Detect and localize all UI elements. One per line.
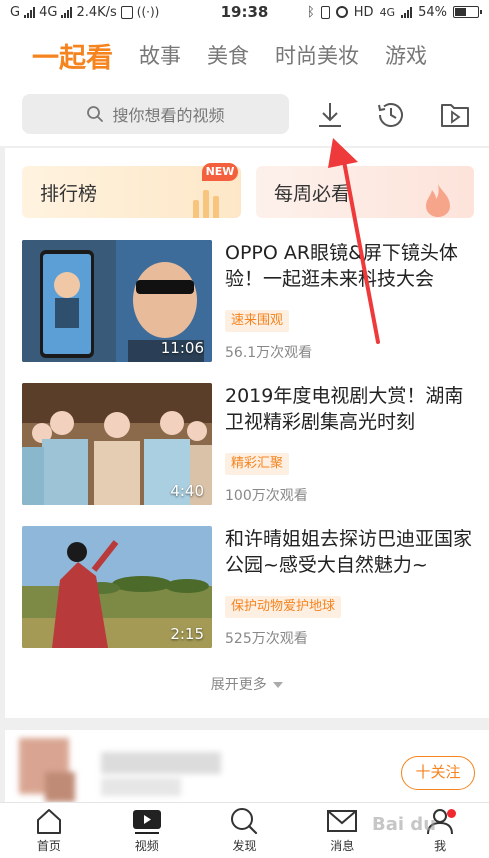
ranking-label: 排行榜 — [40, 183, 98, 205]
nav-video[interactable]: 视频 — [98, 803, 196, 858]
follow-button[interactable]: 十关注 — [401, 756, 475, 790]
tab-together-watch[interactable]: 一起看 — [32, 36, 113, 75]
net-speed: 2.4K/s — [76, 4, 117, 20]
video-duration: 2:15 — [170, 625, 204, 643]
search-input[interactable]: 搜你想看的视频 — [22, 94, 289, 134]
feed-card: 排行榜 每周必看 11:06 OPPO AR眼镜&屏下镜头体验！一起逛未来科技大… — [5, 148, 489, 718]
search-placeholder: 搜你想看的视频 — [112, 106, 225, 125]
tab-game[interactable]: 游戏 — [385, 40, 427, 70]
search-toolbar: 搜你想看的视频 — [0, 86, 489, 146]
video-thumbnail[interactable]: 4:40 — [22, 383, 212, 505]
flame-icon — [426, 184, 450, 217]
alarm-icon — [335, 6, 348, 18]
video-thumbnail[interactable]: 11:06 — [22, 240, 212, 362]
hotspot-icon: ((·)) — [136, 5, 160, 19]
video-views: 56.1万次观看 — [225, 345, 313, 361]
download-icon — [319, 103, 341, 127]
video-item[interactable]: 4:40 2019年度电视剧大赏！湖南卫视精彩剧集高光时刻 精彩汇聚 100万次… — [22, 383, 477, 505]
hd-label: HD — [353, 4, 374, 20]
search-icon — [87, 106, 104, 122]
weekly-banner[interactable]: 每周必看 — [256, 166, 474, 218]
video-title[interactable]: 和许晴姐姐去探访巴迪亚国家公园~感受大自然魅力~ — [225, 526, 477, 578]
nav-me-label: 我 — [434, 839, 447, 853]
download-button[interactable] — [313, 98, 347, 132]
nav-messages-label: 消息 — [330, 839, 355, 853]
bar-chart-icon — [193, 190, 219, 218]
sim-icon — [120, 5, 133, 19]
bluetooth-icon: ᛒ — [306, 4, 315, 20]
video-title[interactable]: 2019年度电视剧大赏！湖南卫视精彩剧集高光时刻 — [225, 383, 477, 435]
battery-percent: 54% — [418, 4, 447, 20]
local-video-button[interactable] — [438, 98, 472, 132]
video-icon — [132, 810, 161, 834]
nav-discover-label: 发现 — [232, 839, 257, 853]
network-right-label: 4G — [379, 5, 396, 19]
tab-fashion[interactable]: 时尚美妆 — [275, 40, 359, 70]
video-duration: 4:40 — [170, 482, 204, 500]
mail-icon — [327, 810, 358, 832]
video-tag[interactable]: 精彩汇聚 — [225, 453, 290, 475]
weekly-label: 每周必看 — [274, 183, 351, 205]
expand-more-button[interactable]: 展开更多 — [5, 674, 489, 694]
video-tag[interactable]: 速来围观 — [225, 310, 290, 332]
tab-food[interactable]: 美食 — [207, 40, 249, 70]
category-tabs: 一起看 故事 美食 时尚美妆 游戏 — [0, 24, 489, 86]
network-label: 4G — [39, 4, 58, 20]
video-thumbnail[interactable]: 2:15 — [22, 526, 212, 648]
signal-icon-3 — [401, 6, 413, 18]
expand-more-label: 展开更多 — [210, 677, 267, 693]
new-badge: NEW — [202, 163, 238, 181]
video-folder-icon — [441, 104, 469, 127]
vibrate-icon — [320, 5, 330, 19]
nav-video-label: 视频 — [134, 839, 159, 853]
status-bar: G 4G 2.4K/s ((·)) 19:38 ᛒ HD 4G 54% — [0, 0, 489, 24]
carrier-label: G — [10, 4, 21, 20]
video-tag[interactable]: 保护动物爱护地球 — [225, 596, 342, 618]
battery-icon — [453, 6, 482, 18]
nav-home-label: 首页 — [36, 839, 61, 853]
signal-icon-2 — [61, 6, 73, 18]
video-item[interactable]: 2:15 和许晴姐姐去探访巴迪亚国家公园~感受大自然魅力~ 保护动物爱护地球 5… — [22, 526, 477, 648]
video-duration: 11:06 — [160, 339, 204, 357]
history-button[interactable] — [374, 98, 408, 132]
video-views: 100万次观看 — [225, 488, 308, 504]
video-title[interactable]: OPPO AR眼镜&屏下镜头体验！一起逛未来科技大会 — [225, 240, 477, 292]
history-icon — [378, 103, 403, 127]
avatar — [19, 738, 221, 802]
watermark: Bai du — [372, 814, 437, 835]
nav-discover[interactable]: 发现 — [196, 803, 294, 858]
nav-home[interactable]: 首页 — [0, 803, 98, 858]
search-icon — [231, 808, 258, 835]
home-icon — [36, 809, 61, 834]
tab-story[interactable]: 故事 — [139, 40, 181, 70]
signal-icon — [24, 6, 36, 18]
video-views: 525万次观看 — [225, 631, 308, 647]
feed-card-2: 十关注 — [5, 730, 489, 802]
caret-down-icon — [273, 682, 284, 688]
video-item[interactable]: 11:06 OPPO AR眼镜&屏下镜头体验！一起逛未来科技大会 速来围观 56… — [22, 240, 477, 362]
